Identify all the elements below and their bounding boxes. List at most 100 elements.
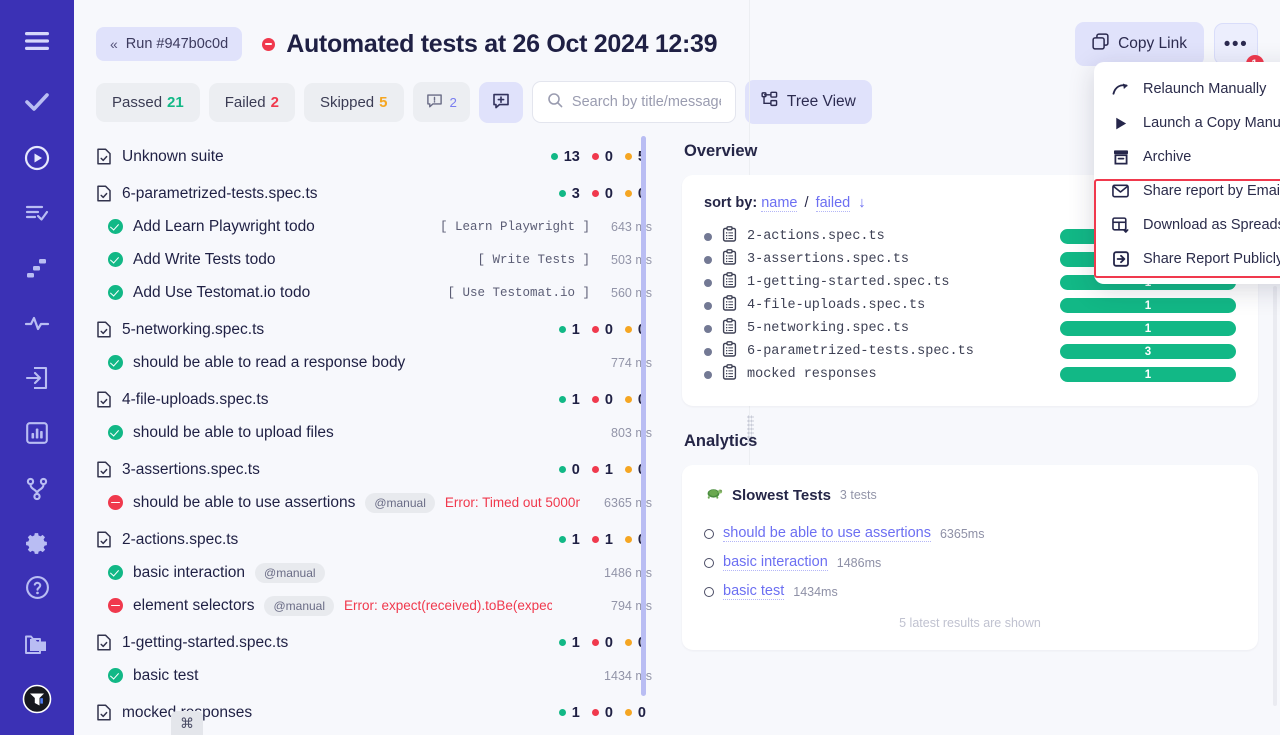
- run-id-chip[interactable]: « Run #947b0c0d: [96, 27, 242, 61]
- passed-value: 3: [572, 186, 580, 202]
- sidebar-item-steps[interactable]: [15, 246, 59, 289]
- dropdown-item-share-report-publicly[interactable]: Share Report Publicly: [1094, 242, 1280, 276]
- sidebar-item-plans[interactable]: [15, 191, 59, 234]
- suite-row[interactable]: 1-getting-started.spec.ts100: [96, 626, 652, 659]
- dropdown-item-launch-a-copy-manually[interactable]: Launch a Copy Manually: [1094, 106, 1280, 140]
- dropdown-item-archive[interactable]: Archive: [1094, 140, 1280, 174]
- test-parameter: [ Use Testomat.io ]: [447, 286, 590, 300]
- sidebar-item-runs[interactable]: [15, 136, 59, 179]
- sort-by-failed-link[interactable]: failed: [816, 195, 851, 212]
- filter-passed-button[interactable]: Passed 21: [96, 83, 200, 122]
- test-status-pass-icon: [108, 252, 123, 267]
- filter-failed-button[interactable]: Failed2: [209, 83, 295, 122]
- comments-count: 2: [450, 95, 457, 110]
- comments-filter-button[interactable]: 2: [413, 82, 470, 122]
- search-container[interactable]: [532, 81, 736, 123]
- filter-skipped-button[interactable]: Skipped5: [304, 83, 404, 122]
- filter-passed-count: 21: [167, 94, 184, 111]
- failed-dot-icon: [592, 396, 599, 403]
- test-tag: @manual: [264, 596, 334, 616]
- dropdown-item-label: Archive: [1143, 149, 1191, 165]
- test-status-pass-icon: [108, 285, 123, 300]
- overview-bar-wrap: 3: [1060, 344, 1236, 359]
- passed-value: 13: [564, 149, 580, 165]
- overview-spec-name: 2-actions.spec.ts: [747, 229, 885, 244]
- test-row[interactable]: basic interaction@manual1486 ms: [96, 556, 652, 589]
- overview-bullet-icon: [704, 325, 712, 333]
- slowest-test-link[interactable]: basic test: [723, 583, 784, 600]
- filter-passed-label: Passed: [112, 94, 162, 111]
- passed-value: 1: [572, 322, 580, 338]
- filter-skipped-label: Skipped: [320, 94, 374, 111]
- folder-icon[interactable]: [15, 623, 59, 666]
- test-row[interactable]: Add Write Tests todo[ Write Tests ]503 m…: [96, 243, 652, 276]
- test-row[interactable]: element selectors@manualError: expect(re…: [96, 589, 652, 622]
- tree-view-button[interactable]: Tree View: [745, 80, 872, 124]
- file-icon: [96, 704, 112, 721]
- overview-row[interactable]: 4-file-uploads.spec.ts1: [704, 294, 1236, 317]
- sort-direction-arrow-icon[interactable]: ↓: [858, 195, 865, 211]
- test-list-pane: Unknown suite13056-parametrized-tests.sp…: [74, 136, 662, 733]
- overview-row[interactable]: mocked responses1: [704, 363, 1236, 386]
- suite-row[interactable]: Unknown suite1305: [96, 140, 652, 173]
- slowest-test-row[interactable]: basic interaction 1486ms: [704, 548, 1236, 577]
- test-row[interactable]: Add Use Testomat.io todo [ Use Testomat.i…: [96, 276, 652, 309]
- failed-value: 1: [605, 462, 613, 478]
- sort-by-name-link[interactable]: name: [761, 195, 797, 212]
- overview-row[interactable]: 6-parametrized-tests.spec.ts3: [704, 340, 1236, 363]
- test-tag: @manual: [255, 563, 325, 583]
- test-row[interactable]: should be able to read a response body77…: [96, 346, 652, 379]
- details-scrollbar[interactable]: [1273, 286, 1277, 706]
- test-row[interactable]: should be able to upload files803 ms: [96, 416, 652, 449]
- failed-value: 0: [605, 149, 613, 165]
- suite-name: 6-parametrized-tests.spec.ts: [122, 185, 318, 203]
- test-row[interactable]: basic test1434 ms: [96, 659, 652, 692]
- test-status-pass-icon: [108, 565, 123, 580]
- suite-row[interactable]: 2-actions.spec.ts110: [96, 523, 652, 556]
- run-status-fail-icon: [262, 38, 275, 51]
- overview-bullet-icon: [704, 256, 712, 264]
- copy-link-button[interactable]: Copy Link: [1075, 22, 1204, 66]
- sidebar-item-analytics[interactable]: [15, 412, 59, 455]
- test-error-message: Error: expect(received).toBe(expected) /…: [344, 598, 552, 613]
- dropdown-item-download-as-spreadsheet[interactable]: Download as Spreadsheet: [1094, 208, 1280, 242]
- sidebar-item-activity[interactable]: [15, 301, 59, 344]
- suite-row[interactable]: 6-parametrized-tests.spec.ts300: [96, 177, 652, 210]
- hamburger-menu-icon[interactable]: [15, 20, 59, 63]
- sidebar-item-branches[interactable]: [15, 467, 59, 510]
- test-row[interactable]: Add Learn Playwright todo[ Learn Playwri…: [96, 210, 652, 243]
- slowest-test-link[interactable]: basic interaction: [723, 554, 828, 571]
- slowest-test-link[interactable]: should be able to use assertions: [723, 525, 931, 542]
- sidebar-item-tests[interactable]: [15, 81, 59, 124]
- suite-row[interactable]: 3-assertions.spec.ts010: [96, 453, 652, 486]
- sidebar-item-import[interactable]: [15, 357, 59, 400]
- test-name: Add Use Testomat.io todo: [133, 284, 310, 302]
- gear-icon[interactable]: [15, 522, 59, 565]
- turtle-icon: [704, 485, 723, 505]
- tree-view-label: Tree View: [787, 93, 856, 111]
- file-icon: [96, 148, 112, 165]
- search-input[interactable]: [572, 94, 721, 110]
- overview-row[interactable]: 5-networking.spec.ts1: [704, 317, 1236, 340]
- suite-row[interactable]: 4-file-uploads.spec.ts100: [96, 383, 652, 416]
- slowest-test-row[interactable]: should be able to use assertions6365ms: [704, 519, 1236, 548]
- archive-box-icon: [1112, 149, 1129, 165]
- test-parameter: [ Learn Playwright ]: [440, 220, 590, 234]
- suite-row[interactable]: 5-networking.spec.ts100: [96, 313, 652, 346]
- test-name: Add Write Tests todo: [133, 251, 275, 269]
- test-list-scrollbar[interactable]: [641, 136, 646, 696]
- slowest-test-duration: 1486ms: [837, 556, 881, 570]
- question-circle-icon[interactable]: [15, 566, 59, 609]
- file-icon: [96, 321, 112, 338]
- testomat-logo-icon[interactable]: [15, 678, 59, 721]
- failed-dot-icon: [592, 709, 599, 716]
- passed-dot-icon: [559, 536, 566, 543]
- dropdown-item-relaunch-manually[interactable]: Relaunch Manually: [1094, 72, 1280, 106]
- test-status-pass-icon: [108, 219, 123, 234]
- test-row[interactable]: should be able to use assertions@manualE…: [96, 486, 652, 519]
- suite-counts: 100: [559, 635, 652, 651]
- dropdown-item-share-report-by-email[interactable]: Share report by Email: [1094, 174, 1280, 208]
- more-actions-button[interactable]: ••• 1: [1214, 23, 1258, 65]
- add-comment-button[interactable]: [479, 82, 523, 123]
- slowest-test-row[interactable]: basic test1434ms: [704, 577, 1236, 606]
